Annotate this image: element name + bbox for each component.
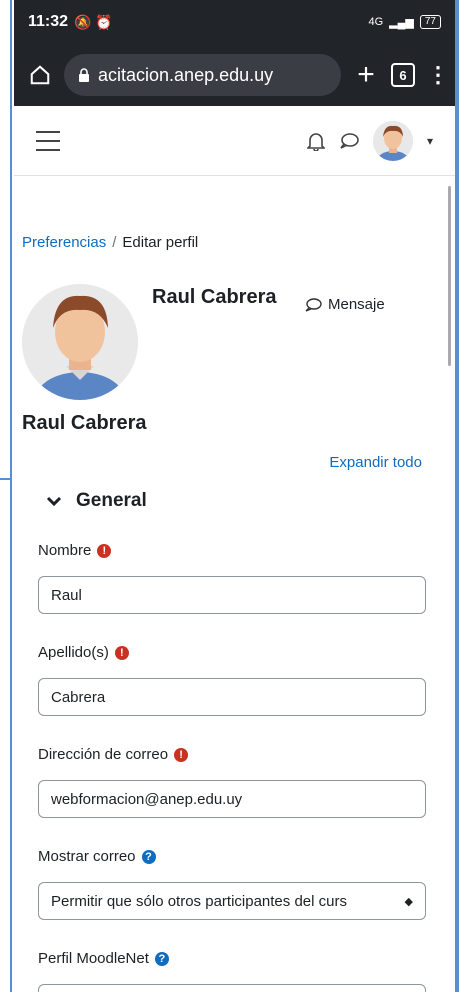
signal-icon: ▂▄▆ (389, 16, 414, 29)
main-content: Preferencias / Editar perfil Raul Cabrera … (14, 186, 444, 992)
field-label-text: Apellido(s) (38, 644, 109, 661)
help-icon[interactable]: ? (141, 849, 156, 864)
tab-switcher-button[interactable]: 6 (391, 63, 415, 87)
field-label-text: Dirección de correo (38, 746, 169, 763)
bell-icon[interactable] (306, 131, 325, 151)
site-navbar: ▾ (14, 106, 455, 176)
chat-icon[interactable] (339, 132, 359, 150)
profile-avatar (22, 284, 138, 400)
more-menu-icon[interactable]: ⋮ (427, 62, 449, 88)
screen-frame: 11:32 🔕 ⏰ 4G ▂▄▆ 77 acitacion.anep.edu.u… (0, 0, 459, 992)
firstname-input[interactable]: Raul (38, 576, 426, 614)
required-icon: ! (174, 747, 189, 762)
phone-screen: 11:32 🔕 ⏰ 4G ▂▄▆ 77 acitacion.anep.edu.u… (14, 0, 455, 992)
required-icon: ! (97, 543, 112, 558)
expand-all-link[interactable]: Expandir todo (329, 454, 422, 471)
right-edge (455, 0, 459, 992)
breadcrumb-current: Editar perfil (122, 234, 199, 251)
breadcrumb-separator: / (112, 234, 117, 251)
network-label: 4G (368, 16, 384, 28)
new-tab-icon[interactable]: + (353, 60, 379, 90)
select-value: Permitir que sólo otros participantes de… (51, 892, 347, 910)
field-label-text: Mostrar correo (38, 848, 136, 865)
message-button[interactable]: Mensaje (304, 296, 385, 313)
section-title: General (76, 490, 147, 511)
chat-icon (305, 297, 322, 312)
address-bar[interactable]: acitacion.anep.edu.uy (64, 54, 341, 96)
chevron-down-icon[interactable]: ▾ (427, 134, 433, 148)
notification-icons: 🔕 ⏰ (74, 13, 113, 30)
status-time: 11:32 (28, 13, 69, 30)
scrollbar[interactable] (448, 186, 451, 366)
firstname-label: Nombre ! (38, 542, 112, 559)
status-right: 4G ▂▄▆ 77 (368, 15, 441, 29)
chevron-down-icon (46, 496, 62, 507)
select-arrows-icon: ◆ (404, 895, 413, 908)
status-bar: 11:32 🔕 ⏰ 4G ▂▄▆ 77 (14, 0, 455, 44)
help-icon[interactable]: ? (154, 951, 169, 966)
menu-icon[interactable] (36, 130, 60, 151)
message-label: Mensaje (328, 296, 385, 313)
profile-header-name: Raul Cabrera (152, 286, 277, 308)
moodlenet-label: Perfil MoodleNet ? (38, 950, 169, 967)
lastname-label: Apellido(s) ! (38, 644, 129, 661)
moodlenet-input[interactable] (38, 984, 426, 992)
display-email-select[interactable]: Permitir que sólo otros participantes de… (38, 882, 426, 920)
field-label-text: Nombre (38, 542, 92, 559)
field-label-text: Perfil MoodleNet (38, 950, 149, 967)
left-edge (0, 0, 12, 992)
user-avatar-icon[interactable] (372, 120, 413, 161)
breadcrumb-link-preferences[interactable]: Preferencias (22, 234, 106, 251)
navbar-actions: ▾ (306, 120, 433, 161)
edge-marker (0, 478, 10, 480)
lastname-input[interactable]: Cabrera (38, 678, 426, 716)
section-general-toggle[interactable]: General (46, 490, 147, 512)
home-icon[interactable] (28, 63, 52, 87)
required-icon: ! (114, 645, 129, 660)
email-input[interactable]: webformacion@anep.edu.uy (38, 780, 426, 818)
email-label: Dirección de correo ! (38, 746, 189, 763)
battery-icon: 77 (419, 15, 441, 29)
breadcrumb: Preferencias / Editar perfil (22, 234, 198, 251)
browser-toolbar: acitacion.anep.edu.uy + 6 ⋮ (14, 44, 455, 106)
lock-icon (79, 68, 89, 82)
page-title: Raul Cabrera (22, 412, 147, 434)
display-email-label: Mostrar correo ? (38, 848, 156, 865)
url-text: acitacion.anep.edu.uy (98, 64, 274, 85)
